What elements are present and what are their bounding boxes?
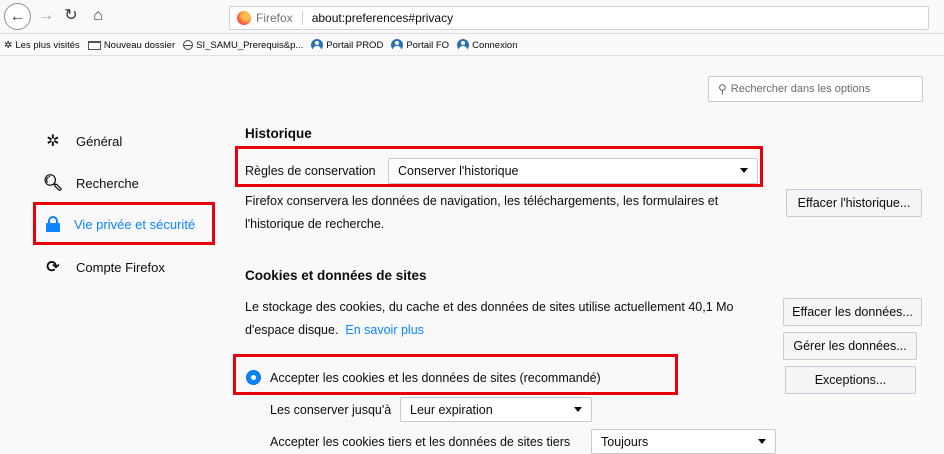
sidebar-item-general[interactable]: ✲ Général xyxy=(42,128,122,154)
home-button[interactable]: ⌂ xyxy=(87,5,109,27)
arrow-right-icon: → xyxy=(38,7,54,24)
url-text[interactable]: about:preferences#privacy xyxy=(303,11,453,25)
search-icon: 🔍︎ xyxy=(42,175,64,192)
history-description: Firefox conservera les données de naviga… xyxy=(245,190,718,236)
sidebar-item-search[interactable]: 🔍︎ Recherche xyxy=(42,170,139,196)
highlight-box-history-rules xyxy=(235,146,763,187)
search-icon: ⚲ xyxy=(718,82,727,96)
bookmark-new-folder[interactable]: Nouveau dossier xyxy=(87,39,176,51)
bookmark-label: Nouveau dossier xyxy=(103,39,176,51)
reload-button[interactable]: ↻ xyxy=(60,5,82,27)
highlight-box-accept-cookies xyxy=(233,354,678,395)
browser-toolbar: ← → ↻ ⌂ Firefox about:preferences#privac… xyxy=(0,0,944,34)
bookmark-label: Portail PROD xyxy=(326,39,384,51)
keep-until-select[interactable]: Leur expiration xyxy=(400,397,592,422)
third-party-cookies-select[interactable]: Toujours xyxy=(591,429,776,454)
cookies-description-line2: d'espace disque. En savoir plus xyxy=(245,319,734,342)
bookmark-label: Connexion xyxy=(472,39,518,51)
bookmark-connexion[interactable]: Connexion xyxy=(457,39,518,51)
bookmark-portail-fo[interactable]: Portail FO xyxy=(391,39,449,51)
url-identity-label: Firefox xyxy=(256,11,303,25)
bookmark-portail-prod[interactable]: Portail PROD xyxy=(311,39,383,51)
highlight-box-privacy xyxy=(33,202,215,245)
person-icon xyxy=(311,39,324,51)
globe-icon xyxy=(183,40,194,50)
reload-icon: ↻ xyxy=(64,7,78,24)
history-description-line: Firefox conservera les données de naviga… xyxy=(245,194,719,208)
learn-more-link[interactable]: En savoir plus xyxy=(345,323,424,337)
third-party-cookies-value: Toujours xyxy=(601,434,649,449)
cookies-heading: Cookies et données de sites xyxy=(245,268,427,283)
url-bar[interactable]: Firefox about:preferences#privacy xyxy=(229,6,929,30)
preferences-search[interactable]: ⚲ xyxy=(708,76,923,102)
bookmark-label: Portail FO xyxy=(406,39,450,51)
manage-data-button[interactable]: Gérer les données... xyxy=(783,332,917,360)
gear-icon: ✲ xyxy=(46,133,60,150)
search-input[interactable] xyxy=(730,83,911,95)
sidebar-item-label: Général xyxy=(76,133,123,149)
back-button[interactable]: ← xyxy=(4,3,31,30)
clear-data-button[interactable]: Effacer les données... xyxy=(783,298,922,326)
cookies-description-line: Le stockage des cookies, du cache et des… xyxy=(245,300,734,314)
sidebar-item-firefox-account[interactable]: ⟳ Compte Firefox xyxy=(42,254,165,280)
person-icon xyxy=(457,39,470,51)
chevron-down-icon xyxy=(758,439,766,444)
keep-until-label: Les conserver jusqu'à xyxy=(270,403,392,417)
keep-until-value: Leur expiration xyxy=(410,402,493,417)
chevron-down-icon xyxy=(574,407,582,412)
folder-icon xyxy=(87,40,101,50)
bookmark-label: SI_SAMU_Prerequis&p... xyxy=(196,39,304,51)
bookmark-si-samu[interactable]: SI_SAMU_Prerequis&p... xyxy=(183,40,303,51)
exceptions-button[interactable]: Exceptions... xyxy=(785,366,916,394)
cookies-description: Le stockage des cookies, du cache et des… xyxy=(245,296,734,342)
bookmark-most-visited[interactable]: ✲ Les plus visités xyxy=(4,40,80,51)
history-heading: Historique xyxy=(245,126,312,141)
firefox-logo-icon xyxy=(237,11,251,25)
home-icon: ⌂ xyxy=(93,7,103,24)
arrow-left-icon: ← xyxy=(9,7,26,25)
sync-icon: ⟳ xyxy=(46,259,60,276)
history-description-line: l'historique de recherche. xyxy=(245,217,385,231)
sidebar-item-label: Compte Firefox xyxy=(76,259,165,275)
third-party-cookies-label: Accepter les cookies tiers et les donnée… xyxy=(270,435,571,449)
sidebar-item-label: Recherche xyxy=(76,175,139,191)
gear-icon: ✲ xyxy=(4,39,13,51)
bookmarks-toolbar: ✲ Les plus visités Nouveau dossier SI_SA… xyxy=(0,35,944,56)
bookmark-label: Les plus visités xyxy=(15,39,80,51)
forward-button[interactable]: → xyxy=(35,5,57,27)
person-icon xyxy=(391,39,404,51)
cookies-description-text: d'espace disque. xyxy=(245,323,339,337)
clear-history-button[interactable]: Effacer l'historique... xyxy=(786,189,922,217)
